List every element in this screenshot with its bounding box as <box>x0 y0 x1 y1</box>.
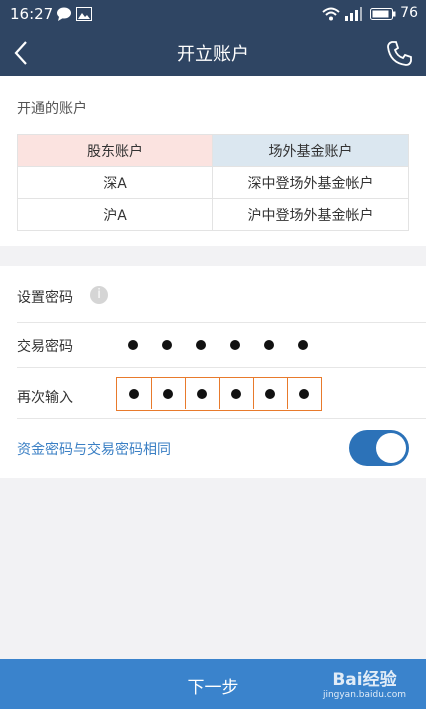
nav-bar: 开立账户 <box>0 28 426 76</box>
accounts-section-label: 开通的账户 <box>17 101 87 117</box>
password-dot <box>128 340 138 350</box>
password-dot <box>299 389 309 399</box>
password-dot <box>197 389 207 399</box>
confirm-password-input[interactable] <box>116 377 322 411</box>
table-row: 深A 深中登场外基金帐户 <box>17 166 409 199</box>
password-section-label: 设置密码 <box>17 290 73 306</box>
divider <box>17 322 426 323</box>
table-cell: 深A <box>17 166 213 199</box>
password-cell <box>253 378 288 409</box>
same-password-label: 资金密码与交易密码相同 <box>17 442 171 458</box>
status-bar: 16:27 76 <box>0 0 426 28</box>
watermark-url: jingyan.baidu.com <box>322 690 406 700</box>
same-password-toggle[interactable] <box>349 430 409 466</box>
password-dot <box>163 389 173 399</box>
wifi-icon <box>322 7 340 21</box>
trade-password-label: 交易密码 <box>17 339 73 355</box>
table-header-row: 股东账户 场外基金账户 <box>17 134 409 167</box>
table-cell: 沪中登场外基金帐户 <box>212 198 409 231</box>
watermark: Bai经验 jingyan.baidu.com <box>323 665 406 700</box>
password-dot <box>264 340 274 350</box>
password-cell <box>219 378 254 409</box>
confirm-password-label: 再次输入 <box>17 390 73 406</box>
password-cell <box>287 378 322 409</box>
phone-icon[interactable] <box>386 40 412 66</box>
accounts-table: 股东账户 场外基金账户 深A 深中登场外基金帐户 沪A 沪中登场外基金帐户 <box>17 134 409 231</box>
password-cell <box>117 378 151 409</box>
header-fund-account: 场外基金账户 <box>212 134 409 167</box>
chat-icon <box>57 7 71 21</box>
next-step-bar[interactable]: 下一步 Bai经验 jingyan.baidu.com <box>0 659 426 709</box>
signal-icon <box>345 7 362 21</box>
password-dot <box>265 389 275 399</box>
table-cell: 沪A <box>17 198 213 231</box>
image-icon <box>76 7 92 21</box>
password-cell <box>185 378 220 409</box>
accounts-section: 开通的账户 股东账户 场外基金账户 深A 深中登场外基金帐户 沪A 沪中登场外基… <box>0 76 426 246</box>
divider <box>17 418 426 419</box>
password-dot <box>231 389 241 399</box>
password-dot <box>196 340 206 350</box>
battery-level: 76 <box>400 5 418 21</box>
password-dot <box>298 340 308 350</box>
battery-icon <box>370 8 396 20</box>
divider <box>17 367 426 368</box>
table-row: 沪A 沪中登场外基金帐户 <box>17 198 409 231</box>
info-icon[interactable]: i <box>90 286 108 304</box>
page-title: 开立账户 <box>177 44 249 65</box>
status-time: 16:27 <box>10 5 54 23</box>
watermark-brand: Bai经验 <box>332 670 397 690</box>
password-dot <box>162 340 172 350</box>
password-dot <box>129 389 139 399</box>
header-stock-account: 股东账户 <box>17 134 213 167</box>
password-cell <box>151 378 186 409</box>
table-cell: 深中登场外基金帐户 <box>212 166 409 199</box>
toggle-knob <box>376 433 406 463</box>
password-dot <box>230 340 240 350</box>
